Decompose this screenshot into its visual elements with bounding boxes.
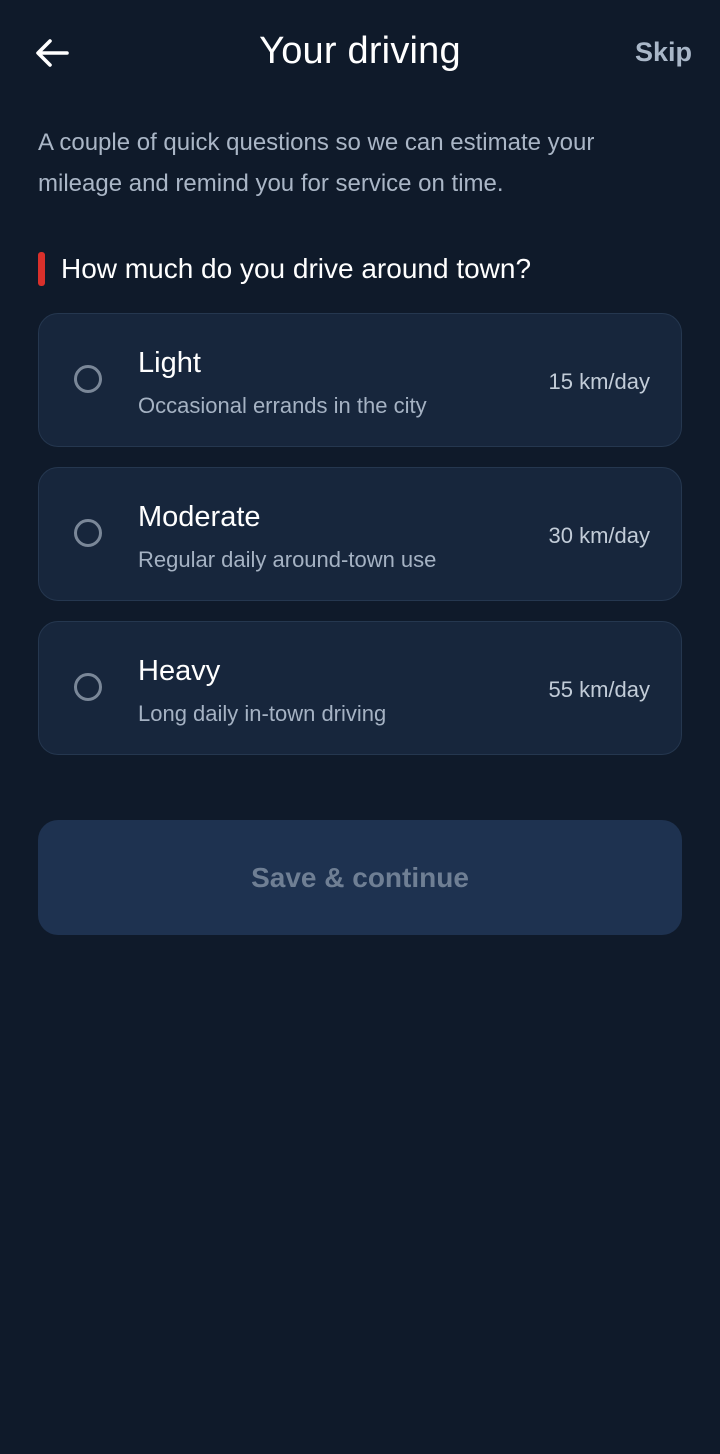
radio-button[interactable] [74,673,102,701]
option-light[interactable]: Light Occasional errands in the city 15 … [38,313,682,447]
page-title: Your driving [259,30,461,72]
option-rate: 15 km/day [548,369,651,394]
option-description: Occasional errands in the city [138,393,427,418]
question-heading: How much do you drive around town? [38,250,531,288]
option-rate: 30 km/day [548,523,651,548]
option-description: Regular daily around-town use [138,547,437,572]
header: Your driving Skip [0,0,720,108]
option-title: Moderate [138,501,261,533]
save-continue-button[interactable]: Save & continue [38,820,682,935]
option-title: Heavy [138,655,221,687]
option-rate: 55 km/day [548,677,651,702]
question-accent-bar [38,252,45,286]
skip-button[interactable]: Skip [635,37,692,68]
question-text: How much do you drive around town? [61,253,532,284]
option-moderate[interactable]: Moderate Regular daily around-town use 3… [38,467,682,601]
radio-button[interactable] [74,365,102,393]
option-description: Long daily in-town driving [138,701,387,726]
option-title: Light [138,347,201,379]
option-heavy[interactable]: Heavy Long daily in-town driving 55 km/d… [38,621,682,755]
intro-text: A couple of quick questions so we can es… [38,129,595,197]
radio-button[interactable] [74,519,102,547]
option-list: Light Occasional errands in the city 15 … [38,313,682,775]
